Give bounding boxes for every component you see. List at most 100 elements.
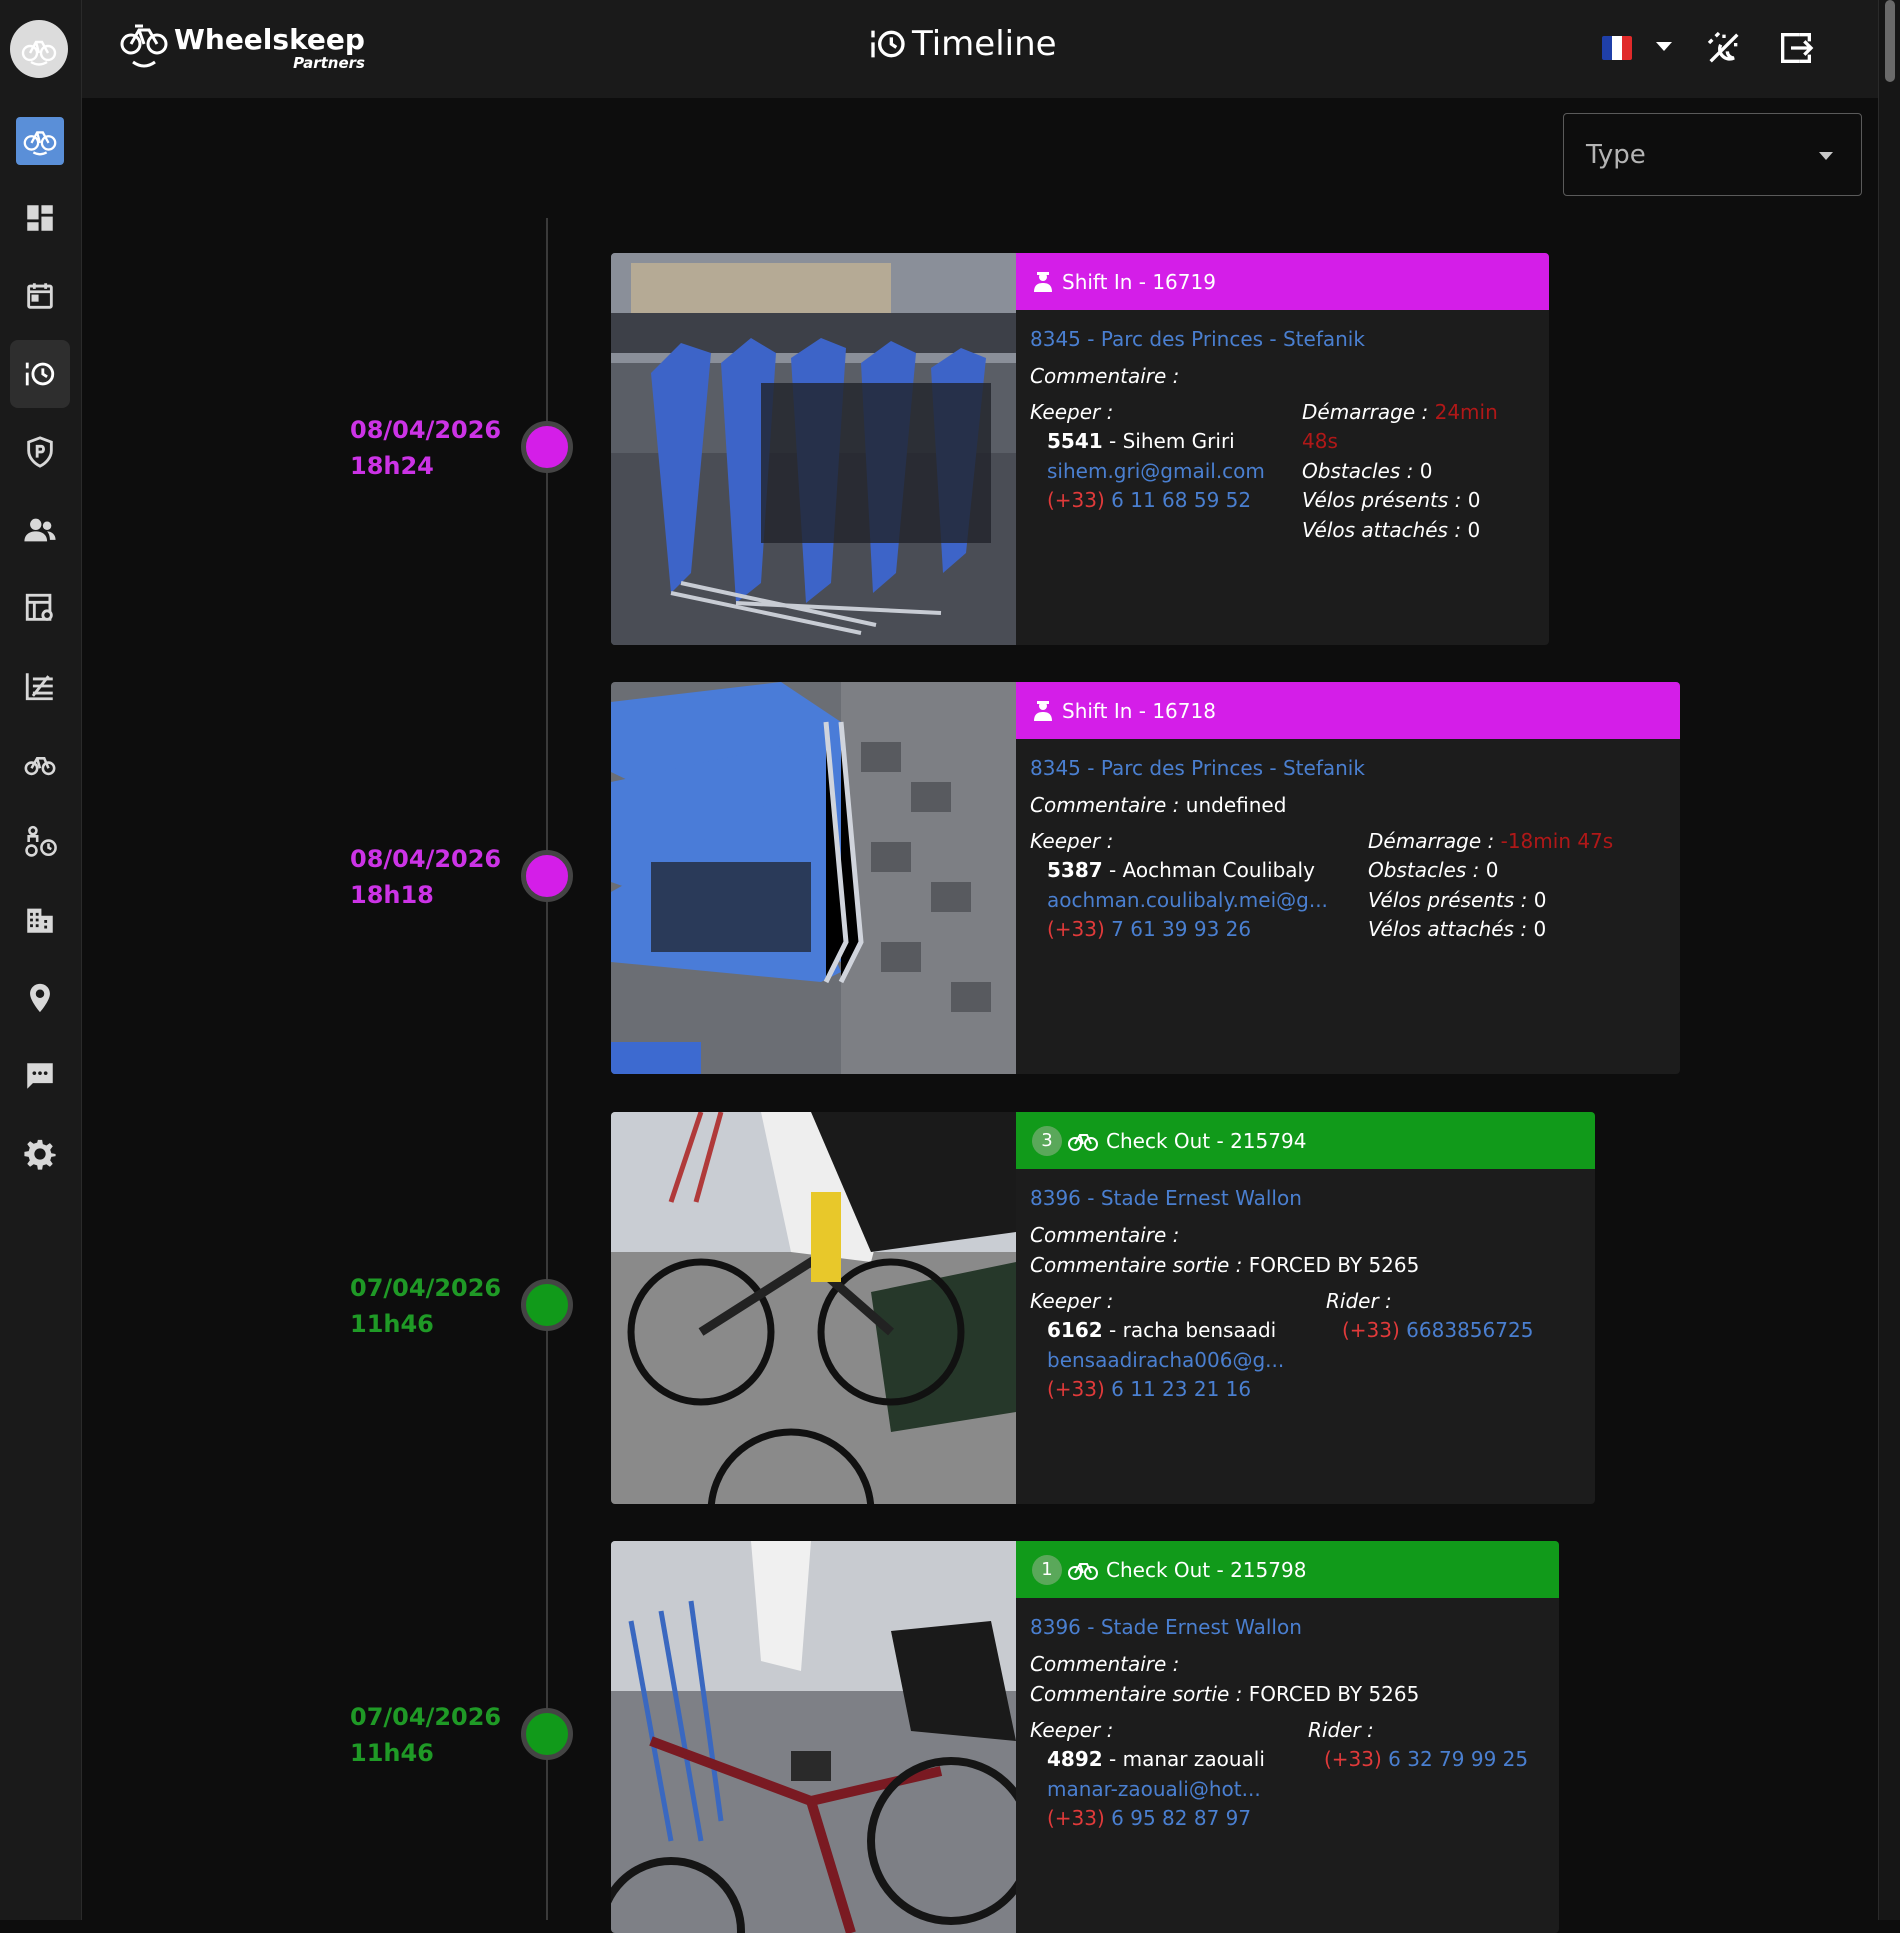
- keeper-phone-row[interactable]: (+33) 6 11 68 59 52: [1047, 488, 1251, 512]
- event-body: 8396 - Stade Ernest Wallon Commentaire :…: [1016, 1169, 1595, 1504]
- sidebar-item-buildings[interactable]: [10, 886, 70, 954]
- brand-logo[interactable]: Wheelskeep Partners: [118, 20, 365, 76]
- event-photo[interactable]: [611, 1112, 1016, 1504]
- parking-shield-icon: [27, 436, 53, 468]
- rider-phone-row[interactable]: (+33) 6683856725: [1342, 1318, 1533, 1342]
- timeline-date: 07/04/2026 11h46: [350, 1699, 501, 1771]
- app-logo[interactable]: [16, 117, 64, 165]
- obstacles-row: Obstacles : 0: [1368, 858, 1498, 882]
- location-link[interactable]: 8396 - Stade Ernest Wallon: [1030, 1186, 1302, 1210]
- brand-name: Wheelskeep: [174, 23, 365, 56]
- keeper-phone: 7 61 39 93 26: [1111, 917, 1252, 941]
- language-dropdown-caret[interactable]: [1656, 42, 1672, 51]
- page-title: Timeline: [868, 24, 1057, 64]
- keeper-label: Keeper :: [1030, 400, 1114, 424]
- event-card: Shift In - 16719 8345 - Parc des Princes…: [611, 253, 1549, 645]
- keeper-email-link[interactable]: manar-zaouali@hot...: [1047, 1777, 1261, 1801]
- sidebar-item-map-sheet[interactable]: [10, 574, 70, 642]
- sidebar-item-chat[interactable]: [10, 1042, 70, 1110]
- sidebar-item-users[interactable]: [10, 496, 70, 564]
- page-title-text: Timeline: [912, 24, 1057, 64]
- chart-icon: [25, 673, 53, 701]
- event-photo[interactable]: [611, 682, 1016, 1074]
- bicycle-icon: [1068, 1133, 1098, 1151]
- event-time: 11h46: [350, 1310, 434, 1338]
- keeper-label: Keeper :: [1030, 1289, 1114, 1313]
- event-header-title: Check Out - 215794: [1106, 1128, 1307, 1153]
- comment-value: undefined: [1185, 793, 1287, 817]
- rider-phone: 6 32 79 99 25: [1388, 1747, 1529, 1771]
- keeper-phone-row[interactable]: (+33) 7 61 39 93 26: [1047, 917, 1251, 941]
- keeper-email-link[interactable]: bensaadiracha006@g...: [1047, 1348, 1284, 1372]
- bike-count-badge: 1: [1032, 1554, 1062, 1585]
- bikes-attached-value: 0: [1533, 917, 1547, 941]
- sidebar-item-settings[interactable]: [10, 1120, 70, 1188]
- photo-stacked-racks: [611, 682, 1016, 1074]
- location-link[interactable]: 8345 - Parc des Princes - Stefanik: [1030, 756, 1365, 780]
- start-label: Démarrage :: [1368, 829, 1495, 853]
- keeper-row: 5541 - Sihem Griri: [1047, 429, 1235, 453]
- timeline-date: 07/04/2026 11h46: [350, 1270, 501, 1342]
- event-date: 07/04/2026: [350, 1703, 502, 1731]
- bike-count-badge: 3: [1032, 1125, 1062, 1156]
- sidebar-item-locations[interactable]: [10, 964, 70, 1032]
- keeper-label: Keeper :: [1030, 829, 1114, 853]
- comment-row: Commentaire :: [1030, 364, 1179, 388]
- event-photo[interactable]: [611, 253, 1016, 645]
- event-photo[interactable]: [611, 1541, 1016, 1933]
- keeper-row: 6162 - racha bensaadi: [1047, 1318, 1276, 1342]
- event-header[interactable]: Shift In - 16718: [1016, 682, 1680, 739]
- user-avatar[interactable]: [10, 20, 68, 78]
- sidebar-item-bicycles[interactable]: [10, 730, 70, 798]
- rider-phone-row[interactable]: (+33) 6 32 79 99 25: [1324, 1747, 1528, 1771]
- obstacles-label: Obstacles :: [1368, 858, 1480, 882]
- exit-comment-label: Commentaire sortie :: [1030, 1253, 1243, 1277]
- event-header[interactable]: 3 Check Out - 215794: [1016, 1112, 1595, 1169]
- event-header[interactable]: Shift In - 16719: [1016, 253, 1549, 310]
- event-header-title: Check Out - 215798: [1106, 1557, 1307, 1582]
- page-scrollbar[interactable]: [1878, 0, 1900, 1920]
- keeper-name: - Aochman Coulibaly: [1109, 858, 1315, 882]
- sidebar-item-calendar[interactable]: [10, 262, 70, 330]
- type-filter-select[interactable]: Type: [1563, 113, 1862, 196]
- event-card: 3 Check Out - 215794 8396 - Stade Ernest…: [611, 1112, 1595, 1504]
- keeper-name: - Sihem Griri: [1109, 429, 1235, 453]
- keeper-id: 5541: [1047, 429, 1103, 453]
- keeper-phone-row[interactable]: (+33) 6 11 23 21 16: [1047, 1377, 1251, 1401]
- bikes-present-label: Vélos présents :: [1302, 488, 1462, 512]
- keeper-email-link[interactable]: sihem.gri@gmail.com: [1047, 459, 1265, 483]
- scrollbar-thumb[interactable]: [1885, 0, 1895, 82]
- location-link[interactable]: 8345 - Parc des Princes - Stefanik: [1030, 327, 1365, 351]
- users-icon: [24, 518, 56, 542]
- flag-stripe-red: [1622, 36, 1632, 60]
- keeper-email-link[interactable]: aochman.coulibaly.mei@g...: [1047, 888, 1328, 912]
- timeline-date: 08/04/2026 18h24: [350, 412, 501, 484]
- start-row: Démarrage : 24min: [1302, 400, 1498, 424]
- logout-icon[interactable]: [1776, 28, 1816, 68]
- start-value: 24min: [1434, 400, 1498, 424]
- keeper-phone-row[interactable]: (+33) 6 95 82 87 97: [1047, 1806, 1251, 1830]
- bikes-present-label: Vélos présents :: [1368, 888, 1528, 912]
- chevron-down-icon: [1819, 152, 1833, 160]
- top-header: Wheelskeep Partners Timeline: [82, 0, 1878, 98]
- language-flag-icon[interactable]: [1602, 36, 1632, 60]
- obstacles-value: 0: [1485, 858, 1499, 882]
- phone-prefix: (+33): [1324, 1747, 1382, 1771]
- sidebar-item-timeline[interactable]: [10, 340, 70, 408]
- map-sheet-icon: [25, 593, 53, 621]
- sidebar-item-chart[interactable]: [10, 652, 70, 720]
- exit-comment-value: FORCED BY 5265: [1248, 1253, 1420, 1277]
- building-icon: [27, 908, 53, 933]
- sidebar-item-parking[interactable]: [10, 418, 70, 486]
- event-header[interactable]: 1 Check Out - 215798: [1016, 1541, 1559, 1598]
- theme-toggle-icon[interactable]: [1704, 28, 1744, 68]
- event-date: 08/04/2026: [350, 416, 502, 444]
- exit-comment-value: FORCED BY 5265: [1248, 1682, 1420, 1706]
- sidebar-item-dashboard[interactable]: [10, 184, 70, 252]
- sidebar-item-keeper-bikes[interactable]: [10, 808, 70, 876]
- location-link[interactable]: 8396 - Stade Ernest Wallon: [1030, 1615, 1302, 1639]
- bikes-attached-label: Vélos attachés :: [1302, 518, 1462, 542]
- photo-red-bike: [611, 1541, 1016, 1933]
- event-time: 11h46: [350, 1739, 434, 1767]
- keeper-name: - manar zaouali: [1109, 1747, 1265, 1771]
